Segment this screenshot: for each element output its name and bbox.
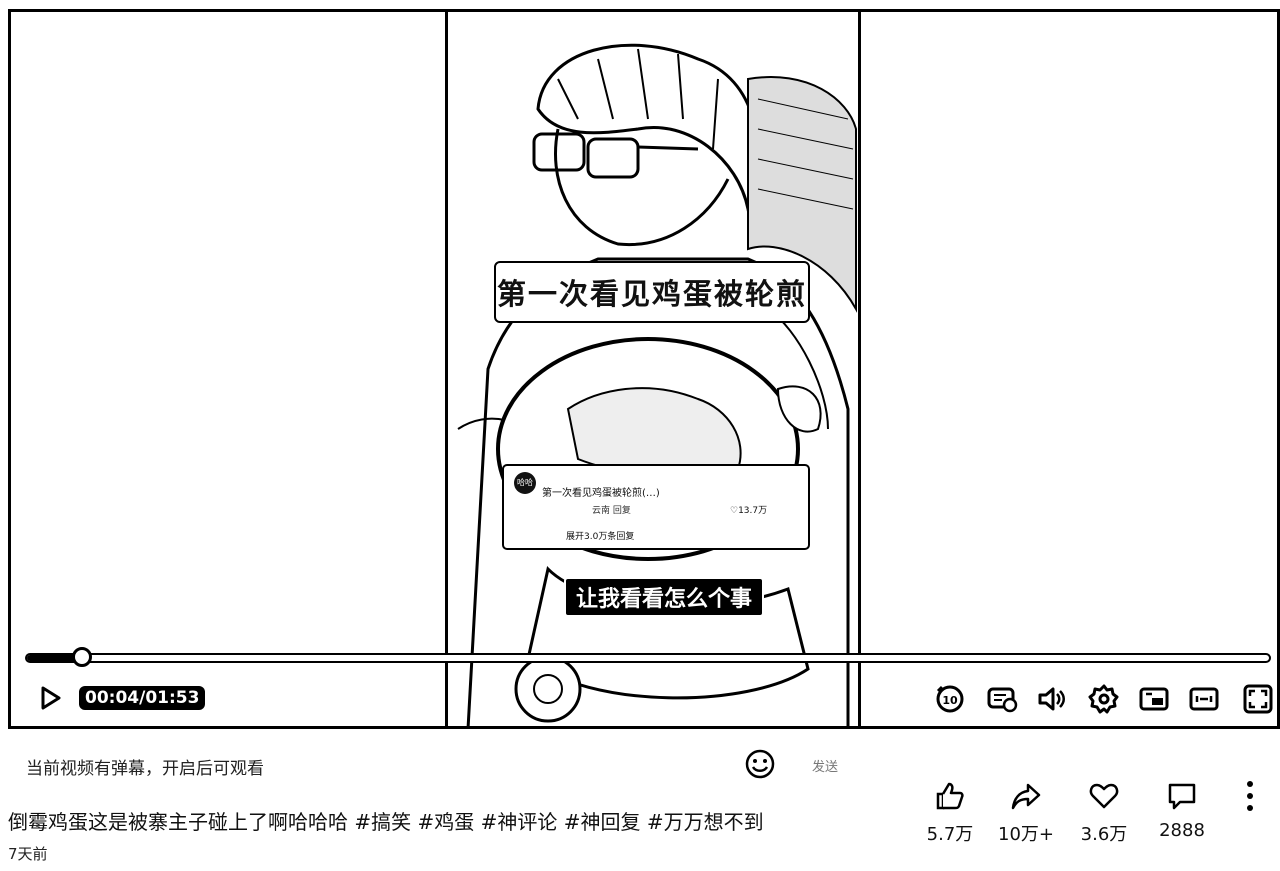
favorite-count: 3.6万 bbox=[1080, 824, 1128, 845]
time-total: 01:53 bbox=[145, 688, 200, 708]
time-display: 00:04/01:53 bbox=[79, 686, 206, 710]
send-danmaku-button[interactable]: 发送 bbox=[812, 756, 838, 775]
pinned-comment-card: 哈哈 第一次看见鸡蛋被轮煎(…) 云南 回复 ♡13.7万 展开3.0万条回复 bbox=[502, 464, 810, 550]
share-button[interactable]: 10万+ bbox=[986, 778, 1066, 846]
fullscreen-icon[interactable] bbox=[1241, 682, 1275, 716]
more-options-icon[interactable] bbox=[1238, 778, 1262, 814]
like-button[interactable]: 5.7万 bbox=[910, 778, 990, 846]
play-icon[interactable] bbox=[37, 685, 63, 711]
time-current: 00:04 bbox=[85, 688, 140, 708]
video-player[interactable]: 第一次看见鸡蛋被轮煎 哈哈 第一次看见鸡蛋被轮煎(…) 云南 回复 ♡13.7万… bbox=[8, 9, 1280, 729]
share-count: 10万+ bbox=[998, 824, 1054, 845]
video-still-image bbox=[448, 12, 858, 726]
comment-button[interactable]: 2888 bbox=[1142, 778, 1222, 841]
video-title: 倒霉鸡蛋这是被寨主子碰上了啊哈哈哈 #搞笑 #鸡蛋 #神评论 #神回复 #万万想… bbox=[8, 810, 764, 834]
volume-icon[interactable] bbox=[1035, 682, 1069, 716]
settings-gear-icon[interactable] bbox=[1087, 682, 1121, 716]
comment-count: 2888 bbox=[1159, 820, 1205, 841]
danmaku-settings-icon[interactable] bbox=[985, 682, 1019, 716]
thumbs-up-icon bbox=[936, 782, 964, 810]
comment-bubble-icon bbox=[1168, 783, 1196, 810]
video-frame[interactable]: 第一次看见鸡蛋被轮煎 哈哈 第一次看见鸡蛋被轮煎(…) 云南 回复 ♡13.7万… bbox=[445, 12, 861, 726]
commenter-avatar: 哈哈 bbox=[514, 472, 536, 494]
progress-bar[interactable] bbox=[25, 647, 1271, 667]
post-time: 7天前 bbox=[8, 845, 48, 863]
picture-in-picture-icon[interactable] bbox=[1137, 682, 1171, 716]
emoji-icon[interactable] bbox=[744, 748, 776, 780]
comment-expand: 展开3.0万条回复 bbox=[566, 532, 635, 542]
video-caption-title: 第一次看见鸡蛋被轮煎 bbox=[494, 261, 810, 323]
comment-likes: ♡13.7万 bbox=[730, 506, 768, 516]
web-fullscreen-icon[interactable] bbox=[1187, 682, 1221, 716]
comment-text: 第一次看见鸡蛋被轮煎(…) bbox=[542, 488, 660, 499]
danmaku-notice: 当前视频有弹幕，开启后可观看 bbox=[26, 759, 264, 779]
danmaku-bar: 当前视频有弹幕，开启后可观看 发送 bbox=[8, 730, 868, 790]
svg-text:10: 10 bbox=[942, 694, 958, 707]
video-subtitle: 让我看看怎么个事 bbox=[564, 577, 765, 617]
replay-10-icon[interactable]: 10 bbox=[933, 682, 967, 716]
favorite-button[interactable]: 3.6万 bbox=[1064, 778, 1144, 846]
progress-handle[interactable] bbox=[71, 647, 92, 667]
comment-meta: 云南 回复 bbox=[592, 506, 631, 516]
share-arrow-icon bbox=[1011, 783, 1041, 810]
comment-likes-count: 13.7万 bbox=[738, 506, 768, 516]
like-count: 5.7万 bbox=[926, 824, 974, 845]
heart-icon bbox=[1089, 783, 1119, 809]
